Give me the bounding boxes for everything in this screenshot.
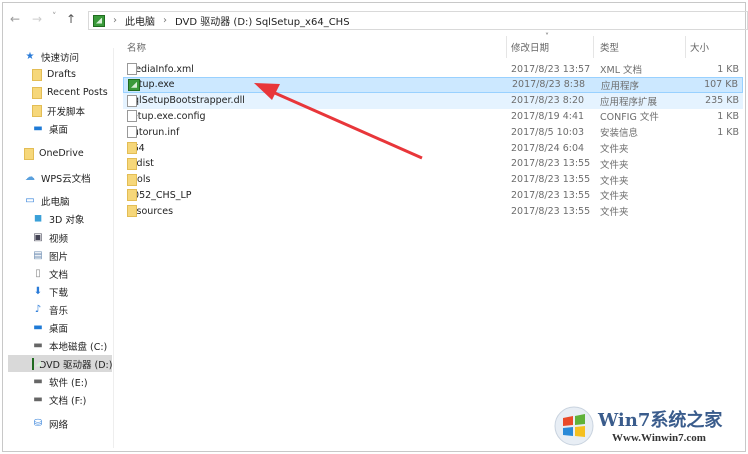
- arrow-shaft: [267, 88, 423, 160]
- watermark-logo: Win7系统之家 Www.Winwin7.com: [548, 398, 748, 454]
- windows-logo-icon: [554, 406, 594, 446]
- watermark-brand: Win7系统之家: [598, 410, 723, 431]
- arrow-head: [254, 83, 280, 100]
- watermark-url: Www.Winwin7.com: [612, 432, 706, 444]
- annotation-arrow: [254, 83, 423, 160]
